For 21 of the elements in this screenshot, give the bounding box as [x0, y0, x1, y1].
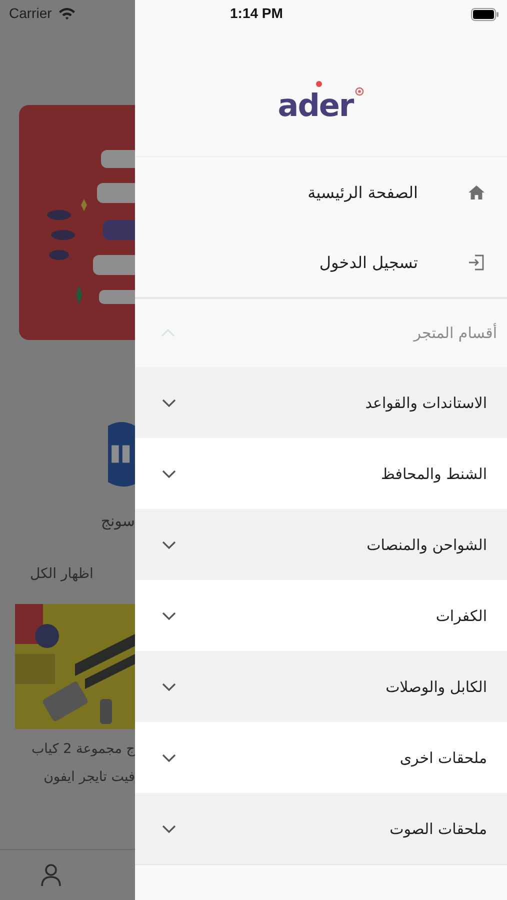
- category-item[interactable]: الاستاندات والقواعد: [135, 367, 507, 438]
- home-icon: [468, 184, 485, 200]
- category-item[interactable]: ملحقات اخرى: [135, 722, 507, 793]
- category-item[interactable]: الشواحن والمنصات: [135, 509, 507, 580]
- wifi-icon: [58, 6, 76, 20]
- category-item[interactable]: ملحقات الصوت: [135, 793, 507, 864]
- carrier-label: Carrier: [9, 5, 52, 21]
- product-title: فيت تايجر ايفون: [44, 769, 135, 785]
- category-item[interactable]: الشنط والمحافظ: [135, 438, 507, 509]
- category-item[interactable]: الكابل والوصلات: [135, 651, 507, 722]
- brand-name: سونج: [100, 512, 135, 530]
- brand-logo: ader: [278, 72, 364, 122]
- category-item[interactable]: الكفرات: [135, 580, 507, 651]
- menu-item[interactable]: تسجيل الدخول: [135, 227, 507, 297]
- profile-icon[interactable]: [40, 863, 62, 887]
- section-title: أقسام المتجر: [414, 324, 497, 342]
- battery-icon: [471, 8, 499, 20]
- login-icon: [468, 254, 485, 270]
- product-title: ج مجموعة 2 كياب: [31, 741, 135, 757]
- menu-item[interactable]: الصفحة الرئيسية: [135, 157, 507, 227]
- status-time: 1:14 PM: [230, 5, 283, 21]
